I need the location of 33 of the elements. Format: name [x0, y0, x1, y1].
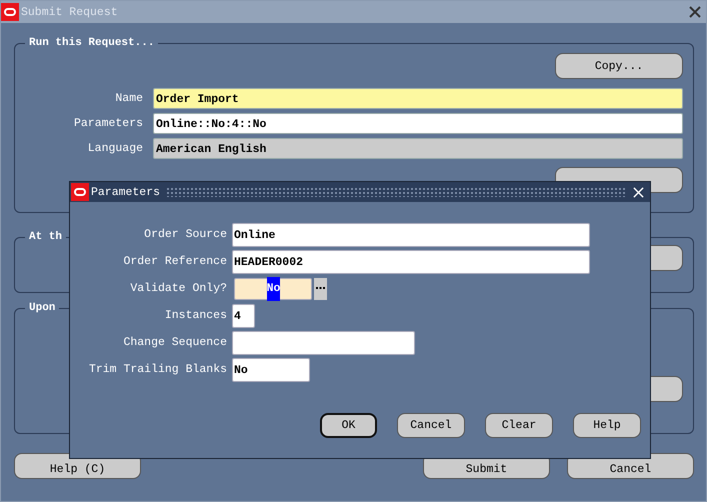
input-field[interactable]: 4 — [232, 304, 255, 328]
oracle-logo-icon — [1, 3, 19, 21]
group-title: At th — [28, 231, 64, 243]
dialog-button[interactable]: Cancel — [397, 413, 465, 438]
dialog-button[interactable]: OK — [320, 413, 377, 438]
group-title: Run this Request... — [28, 37, 156, 49]
dialog-button[interactable]: Help — [573, 413, 641, 438]
field-label: Language — [86, 142, 143, 155]
field-label: Name — [114, 92, 143, 105]
field-label: Validate Only? — [129, 282, 227, 295]
close-icon[interactable] — [689, 6, 701, 18]
dialog-title: Parameters — [91, 186, 160, 198]
field-label: Order Reference — [122, 255, 227, 268]
group-title: Upon — [28, 302, 56, 314]
input-field[interactable]: Online — [232, 222, 590, 246]
input-field[interactable]: No — [234, 278, 312, 300]
list-of-values-button[interactable] — [314, 278, 327, 300]
input-field[interactable]: American English — [153, 138, 683, 159]
input-field[interactable]: Online::No:4::No — [153, 113, 683, 134]
oracle-logo-icon — [71, 183, 89, 201]
window-title: Submit Request — [21, 6, 119, 18]
ellipsis-icon — [316, 287, 325, 290]
input-field[interactable]: HEADER0002 — [232, 250, 590, 274]
input-field[interactable] — [232, 330, 415, 354]
dialog-button[interactable]: Clear — [485, 413, 553, 438]
input-field[interactable]: No — [232, 358, 310, 382]
field-label: Change Sequence — [122, 336, 227, 349]
input-field[interactable]: Order Import — [153, 88, 683, 109]
field-label: Order Source — [143, 228, 227, 241]
field-label: Instances — [164, 309, 227, 322]
copy-button[interactable]: Copy... — [555, 53, 683, 79]
field-label: Parameters — [72, 117, 143, 130]
field-label: Trim Trailing Blanks — [88, 363, 227, 376]
